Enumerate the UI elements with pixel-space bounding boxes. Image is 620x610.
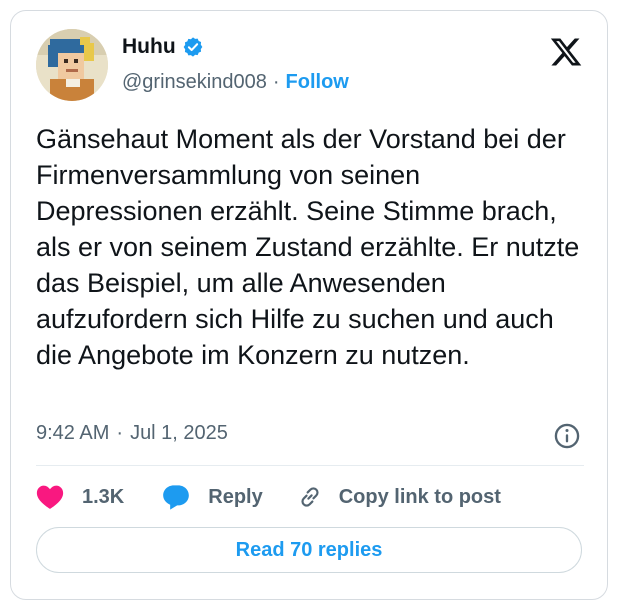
display-name[interactable]: Huhu bbox=[122, 35, 176, 59]
action-bar: 1.3K Reply Copy link to post bbox=[36, 481, 501, 513]
tweet-text: Gänsehaut Moment als der Vorstand bei de… bbox=[36, 124, 580, 370]
author-name-row: Huhu bbox=[122, 35, 204, 59]
author-handle-row: @grinsekind008 · Follow bbox=[122, 71, 349, 94]
avatar-image bbox=[36, 29, 108, 101]
heart-icon bbox=[36, 485, 64, 509]
speech-bubble-icon bbox=[163, 485, 190, 510]
author-handle[interactable]: @grinsekind008 bbox=[122, 71, 267, 94]
link-icon bbox=[301, 487, 319, 507]
timestamp-separator: · bbox=[116, 422, 124, 444]
read-replies-button[interactable]: Read 70 replies bbox=[36, 527, 582, 573]
tweet-card: Huhu @grinsekind008 · Follow Gänsehaut M… bbox=[10, 10, 608, 600]
avatar[interactable] bbox=[36, 29, 108, 101]
copy-link-button[interactable]: Copy link to post bbox=[297, 484, 501, 510]
like-count: 1.3K bbox=[82, 485, 125, 508]
tweet-time: 9:42 AM bbox=[36, 422, 110, 444]
info-icon[interactable] bbox=[553, 422, 581, 450]
tweet-date: Jul 1, 2025 bbox=[130, 422, 228, 444]
handle-separator: · bbox=[272, 71, 280, 93]
reply-button[interactable]: Reply bbox=[162, 484, 263, 510]
reply-label: Reply bbox=[208, 485, 263, 508]
like-button[interactable]: 1.3K bbox=[36, 484, 124, 510]
verified-badge-icon bbox=[183, 37, 203, 57]
tweet-timestamp[interactable]: 9:42 AM · Jul 1, 2025 bbox=[36, 422, 228, 445]
x-logo-icon[interactable] bbox=[549, 35, 583, 69]
follow-button[interactable]: Follow bbox=[286, 71, 349, 94]
copy-link-label: Copy link to post bbox=[338, 485, 501, 508]
divider bbox=[36, 465, 584, 466]
